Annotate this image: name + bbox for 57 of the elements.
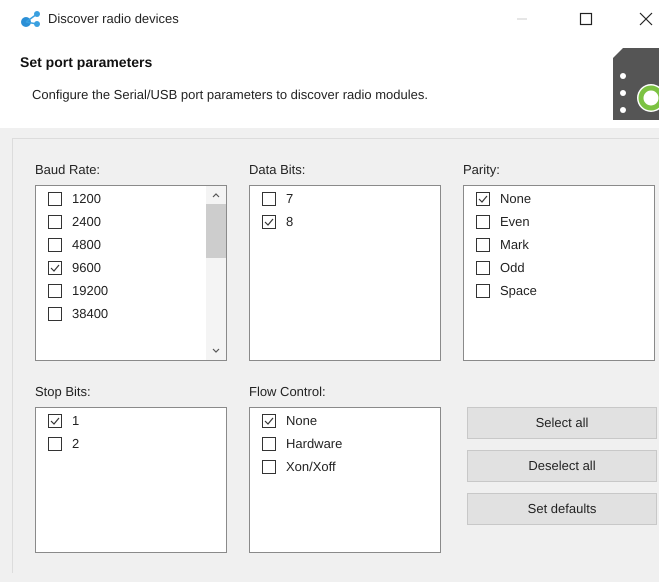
checkmark-icon (478, 195, 488, 203)
action-button[interactable]: Deselect all (467, 450, 657, 482)
checkbox[interactable] (48, 238, 62, 252)
checkbox-item[interactable]: 2400 (48, 213, 101, 231)
checkbox[interactable] (48, 307, 62, 321)
checkbox-item[interactable]: Space (476, 282, 537, 300)
checkbox-item[interactable]: 2 (48, 435, 80, 453)
scrollbar[interactable] (206, 186, 226, 360)
checkbox-item[interactable]: None (262, 412, 318, 430)
close-icon[interactable] (639, 12, 653, 26)
checkbox[interactable] (476, 238, 490, 252)
checkbox[interactable] (476, 284, 490, 298)
checkbox[interactable] (48, 437, 62, 451)
checkmark-icon (50, 264, 60, 272)
checkbox-item[interactable]: None (476, 190, 532, 208)
checkmark-icon (264, 417, 274, 425)
checkbox-item[interactable]: 19200 (48, 282, 108, 300)
group-label: Data Bits: (249, 161, 306, 179)
group-label: Parity: (463, 161, 501, 179)
checkbox[interactable] (48, 215, 62, 229)
checkbox-item[interactable]: 1200 (48, 190, 101, 208)
group-label: Baud Rate: (35, 161, 102, 179)
checkbox[interactable] (262, 460, 276, 474)
checkmark-icon (50, 417, 60, 425)
group-label: Flow Control: (249, 383, 327, 401)
checkbox-item[interactable]: Mark (476, 236, 529, 254)
checkbox[interactable] (48, 284, 62, 298)
window-title: Discover radio devices (48, 10, 179, 28)
network-nodes-icon (20, 10, 42, 28)
checkbox[interactable] (262, 215, 276, 229)
checkbox[interactable] (48, 414, 62, 428)
checkbox-item[interactable]: 7 (262, 190, 294, 208)
checkmark-icon (264, 218, 274, 226)
header-title: Set port parameters (20, 53, 154, 72)
checkbox-item[interactable]: 38400 (48, 305, 108, 323)
checkbox[interactable] (476, 192, 490, 206)
checkbox[interactable] (476, 261, 490, 275)
scroll-thumb[interactable] (206, 204, 226, 258)
checkbox[interactable] (48, 261, 62, 275)
checkbox-item[interactable]: Odd (476, 259, 525, 277)
maximize-icon[interactable] (579, 12, 593, 26)
action-button[interactable]: Select all (467, 407, 657, 439)
checkbox[interactable] (262, 437, 276, 451)
checkbox-item[interactable]: 8 (262, 213, 294, 231)
checkbox-item[interactable]: Even (476, 213, 530, 231)
checkbox[interactable] (48, 192, 62, 206)
checkbox-item[interactable]: Xon/Xoff (262, 458, 336, 476)
checkbox-item[interactable]: 1 (48, 412, 80, 430)
checkbox[interactable] (476, 215, 490, 229)
header-description: Configure the Serial/USB port parameters to discover radio modules. (32, 86, 428, 104)
checkbox[interactable] (262, 192, 276, 206)
checkbox-item[interactable]: 9600 (48, 259, 101, 277)
checkbox-item[interactable]: 4800 (48, 236, 101, 254)
action-button[interactable]: Set defaults (467, 493, 657, 525)
checkbox-item[interactable]: Hardware (262, 435, 342, 453)
group-label: Stop Bits: (35, 383, 92, 401)
checkbox[interactable] (262, 414, 276, 428)
